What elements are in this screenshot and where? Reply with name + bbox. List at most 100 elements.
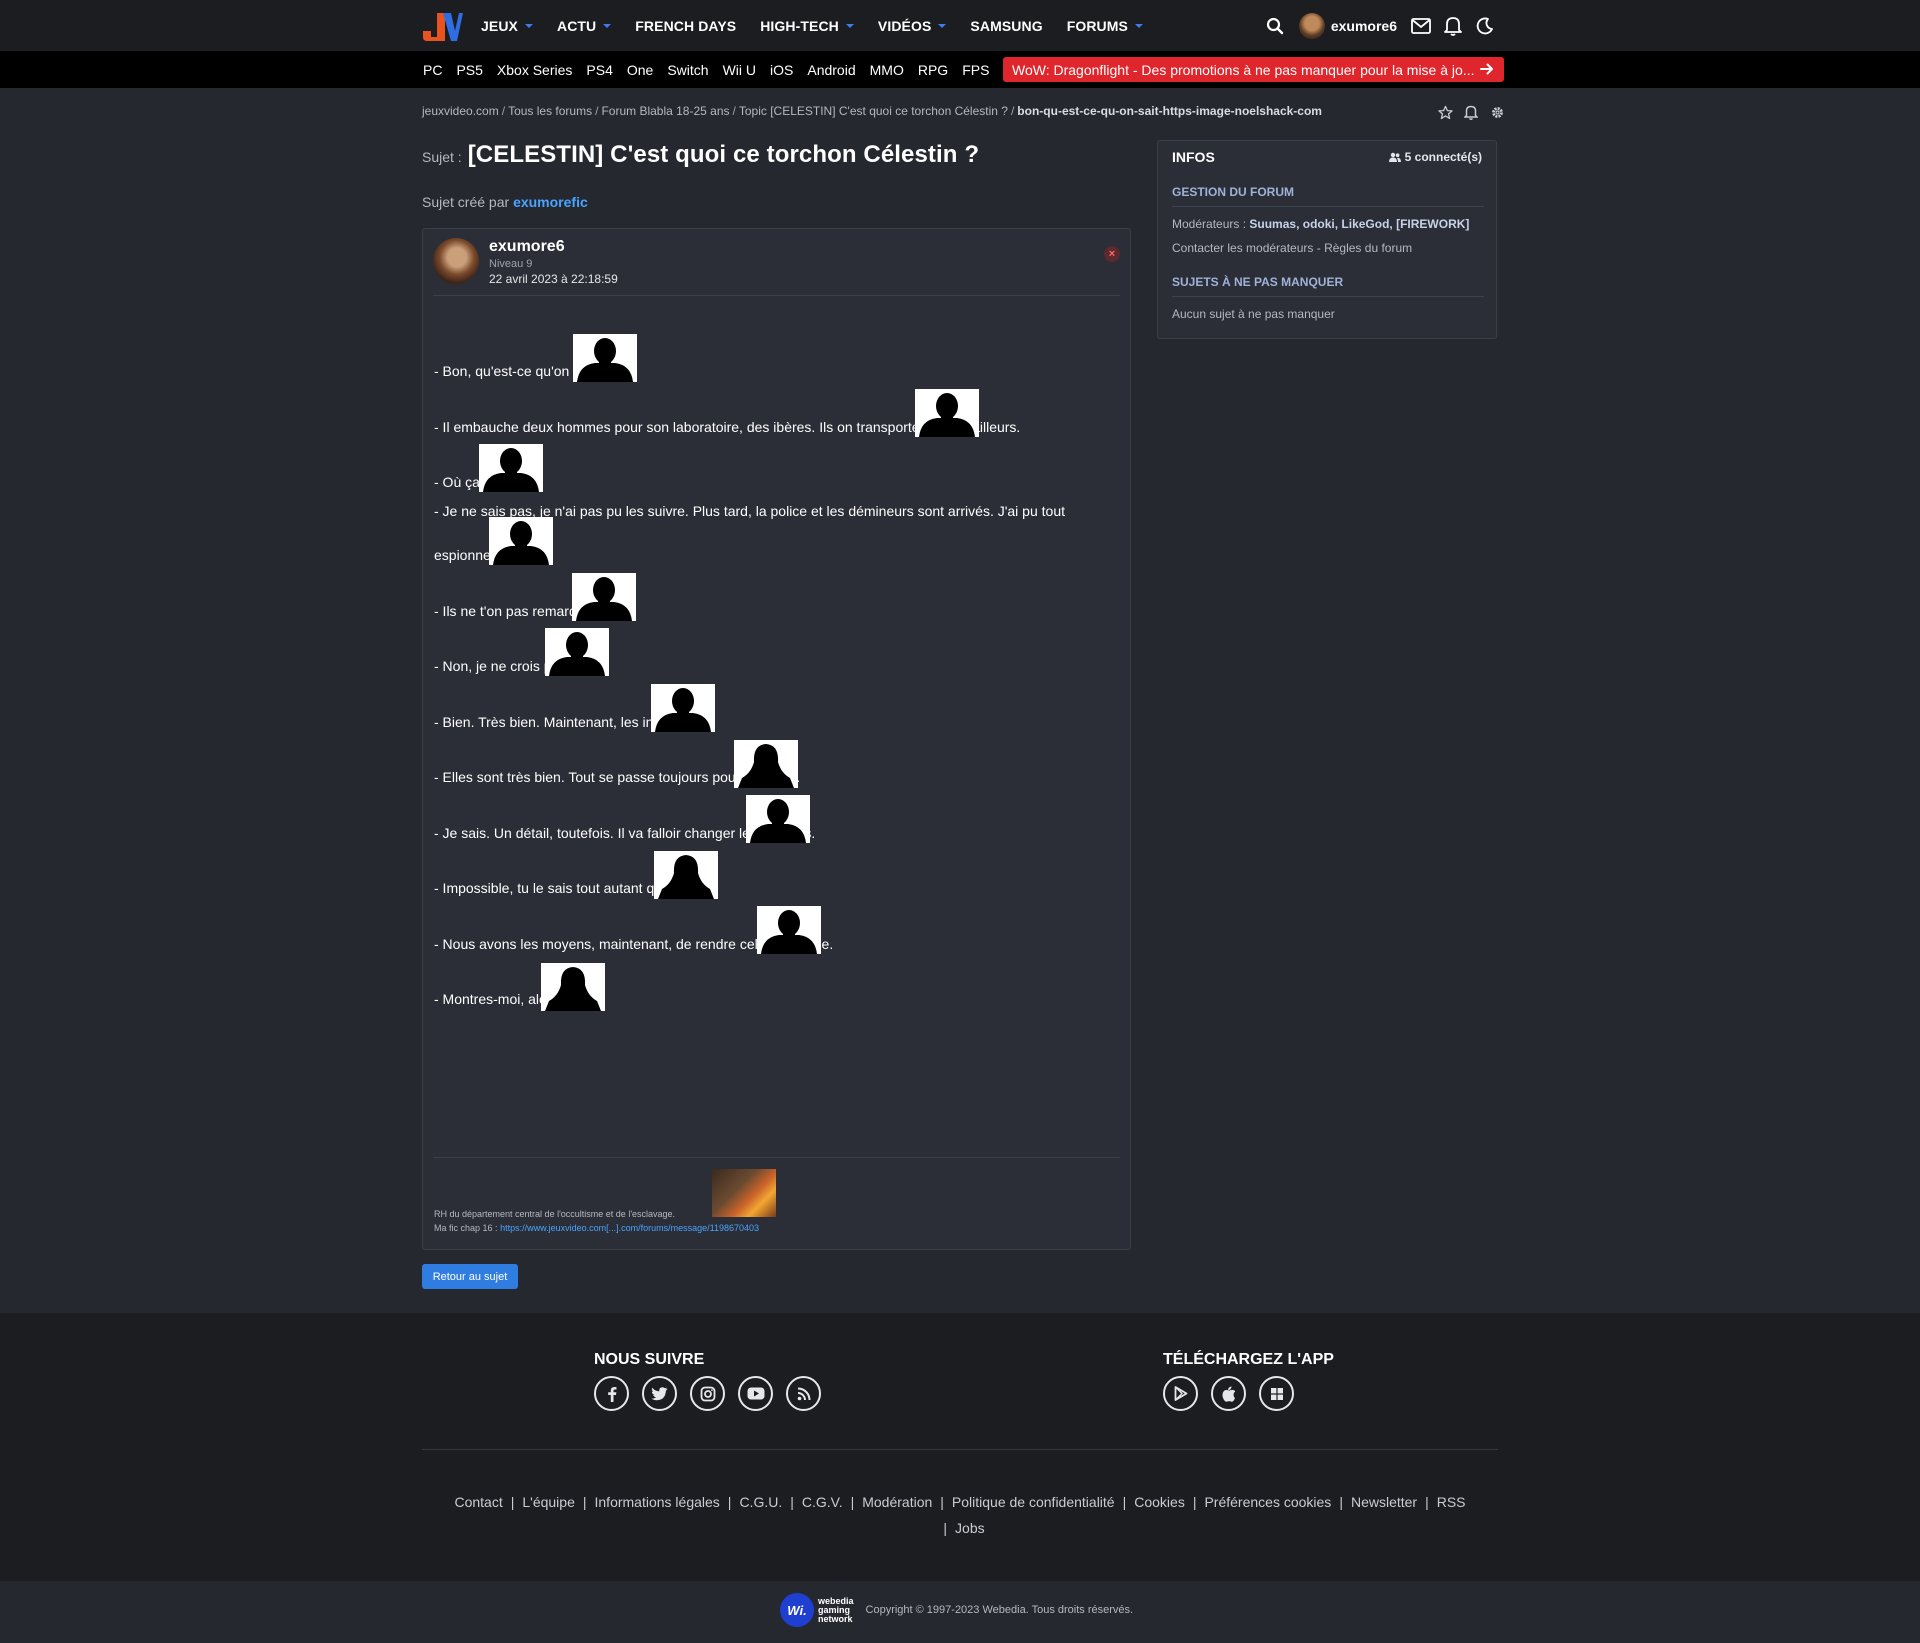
footer-link[interactable]: C.G.U. [739, 1494, 782, 1510]
sticker-image[interactable] [651, 684, 715, 732]
nav-item-label: SAMSUNG [970, 17, 1043, 34]
footer-link-separator: | [943, 1520, 948, 1536]
facebook-icon[interactable] [594, 1376, 629, 1411]
windows-icon[interactable] [1259, 1376, 1294, 1411]
rss-icon[interactable] [786, 1376, 821, 1411]
avatar[interactable] [433, 238, 479, 284]
platform-link[interactable]: Wii U [723, 62, 756, 78]
nav-item-label: FRENCH DAYS [635, 17, 737, 34]
breadcrumb-item[interactable]: jeuxvideo.com [422, 104, 499, 118]
mail-icon[interactable] [1409, 14, 1433, 38]
sticker-image[interactable] [654, 851, 718, 899]
connected-count[interactable]: 5 connecté(s) [1388, 150, 1482, 164]
footer-link[interactable]: Informations légales [595, 1494, 720, 1510]
chevron-down-icon [524, 24, 533, 28]
platform-link[interactable]: PC [423, 62, 442, 78]
footer-link[interactable]: Cookies [1134, 1494, 1185, 1510]
user-menu[interactable]: exumore6 [1298, 12, 1397, 39]
footer-link-separator: | [510, 1494, 515, 1510]
forum-rules-link[interactable]: Règles du forum [1324, 241, 1412, 255]
sticker-image[interactable] [572, 573, 636, 621]
footer-link[interactable]: Contact [454, 1494, 502, 1510]
breadcrumb-separator: / [1010, 104, 1015, 118]
breadcrumb-item[interactable]: Tous les forums [508, 104, 592, 118]
arrow-right-icon [1480, 62, 1494, 79]
subject-label: Sujet : [422, 149, 462, 165]
platform-link[interactable]: FPS [962, 62, 989, 78]
youtube-icon[interactable] [738, 1376, 773, 1411]
logo-text-line: network [818, 1613, 853, 1624]
moderators-label: Modérateurs : [1172, 217, 1247, 231]
footer-link[interactable]: Politique de confidentialité [952, 1494, 1115, 1510]
return-to-topic-button[interactable]: Retour au sujet [422, 1264, 518, 1289]
breadcrumb-separator: / [732, 104, 736, 118]
platform-link[interactable]: MMO [870, 62, 904, 78]
google-play-icon[interactable] [1163, 1376, 1198, 1411]
nav-item-samsung[interactable]: SAMSUNG [970, 18, 1042, 34]
breadcrumb-separator: / [501, 104, 506, 118]
post-date[interactable]: 22 avril 2023 à 22:18:59 [489, 272, 618, 286]
topic-author-line: Sujet créé par exumorefic [422, 194, 588, 210]
platform-link[interactable]: One [627, 62, 653, 78]
platform-link[interactable]: Switch [667, 62, 708, 78]
contact-moderators-link[interactable]: Contacter les modérateurs [1172, 241, 1313, 255]
platform-link[interactable]: iOS [770, 62, 793, 78]
post-author[interactable]: exumore6 [489, 238, 565, 256]
nav-item-french-days[interactable]: FRENCH DAYS [635, 18, 736, 34]
jv-logo[interactable] [421, 9, 463, 43]
bell-icon[interactable] [1441, 14, 1465, 38]
twitter-icon[interactable] [642, 1376, 677, 1411]
nav-item-actu[interactable]: ACTU [556, 17, 612, 34]
sticker-image[interactable] [489, 517, 553, 565]
platform-link[interactable]: Xbox Series [497, 62, 572, 78]
sticker-image[interactable] [573, 334, 637, 382]
footer-link[interactable]: L'équipe [522, 1494, 575, 1510]
app-heading: TÉLÉCHARGEZ L'APP [1163, 1351, 1334, 1368]
topic-header: Sujet : [CELESTIN] C'est quoi ce torchon… [422, 141, 979, 169]
nav-item-forums[interactable]: FORUMS [1067, 18, 1143, 34]
promo-banner[interactable]: WoW: Dragonflight - Des promotions à ne … [1003, 57, 1504, 82]
platform-link[interactable]: RPG [918, 62, 948, 78]
close-icon[interactable]: × [1104, 246, 1120, 262]
nav-item-jeux[interactable]: JEUX [481, 18, 533, 34]
footer-link[interactable]: Préférences cookies [1204, 1494, 1331, 1510]
gear-icon[interactable] [1488, 103, 1506, 121]
moderators-list[interactable]: Suumas, odoki, LikeGod, [FIREWORK] [1249, 217, 1469, 231]
nav-item-high-tech[interactable]: HIGH-TECH [760, 18, 854, 34]
moon-icon[interactable] [1473, 14, 1497, 38]
sticker-image[interactable] [479, 444, 543, 492]
chevron-down-icon [1134, 24, 1143, 28]
platform-link[interactable]: PS4 [586, 62, 612, 78]
breadcrumb-separator: / [595, 104, 599, 118]
sticker-image[interactable] [545, 628, 609, 676]
topic-author-link[interactable]: exumorefic [513, 194, 588, 210]
footer-link[interactable]: Modération [862, 1494, 932, 1510]
breadcrumb-item[interactable]: Topic [CELESTIN] C'est quoi ce torchon C… [739, 104, 1008, 118]
footer-link-separator: | [727, 1494, 732, 1510]
breadcrumb-current: bon-qu-est-ce-qu-on-sait-https-image-noe… [1017, 104, 1322, 118]
webedia-gaming-network-logo-text: webedia gaming network [818, 1596, 854, 1624]
webedia-logo[interactable]: Wi. [780, 1593, 814, 1627]
apple-icon[interactable] [1211, 1376, 1246, 1411]
nav-item-vid-os[interactable]: VIDÉOS [878, 18, 947, 34]
nav-item-label: ACTU [556, 17, 597, 34]
sticker-image[interactable] [734, 740, 798, 788]
sticker-image[interactable] [915, 389, 979, 437]
star-icon[interactable] [1436, 103, 1454, 121]
footer-link[interactable]: C.G.V. [802, 1494, 843, 1510]
platform-link[interactable]: PS5 [456, 62, 482, 78]
sticker-image[interactable] [541, 963, 605, 1011]
sticker-image[interactable] [757, 906, 821, 954]
signature-link[interactable]: https://www.jeuxvideo.com[...].com/forum… [500, 1223, 759, 1233]
footer-link[interactable]: Newsletter [1351, 1494, 1417, 1510]
copyright-bar: Wi. webedia gaming network Copyright © 199… [0, 1581, 1920, 1643]
sticker-image[interactable] [746, 795, 810, 843]
bell-icon[interactable] [1462, 103, 1480, 121]
breadcrumb-item[interactable]: Forum Blabla 18-25 ans [601, 104, 729, 118]
footer-link[interactable]: Jobs [955, 1520, 985, 1536]
search-icon[interactable] [1263, 14, 1287, 38]
platform-link[interactable]: Android [807, 62, 855, 78]
instagram-icon[interactable] [690, 1376, 725, 1411]
footer-link[interactable]: RSS [1437, 1494, 1466, 1510]
divider [1172, 206, 1484, 207]
